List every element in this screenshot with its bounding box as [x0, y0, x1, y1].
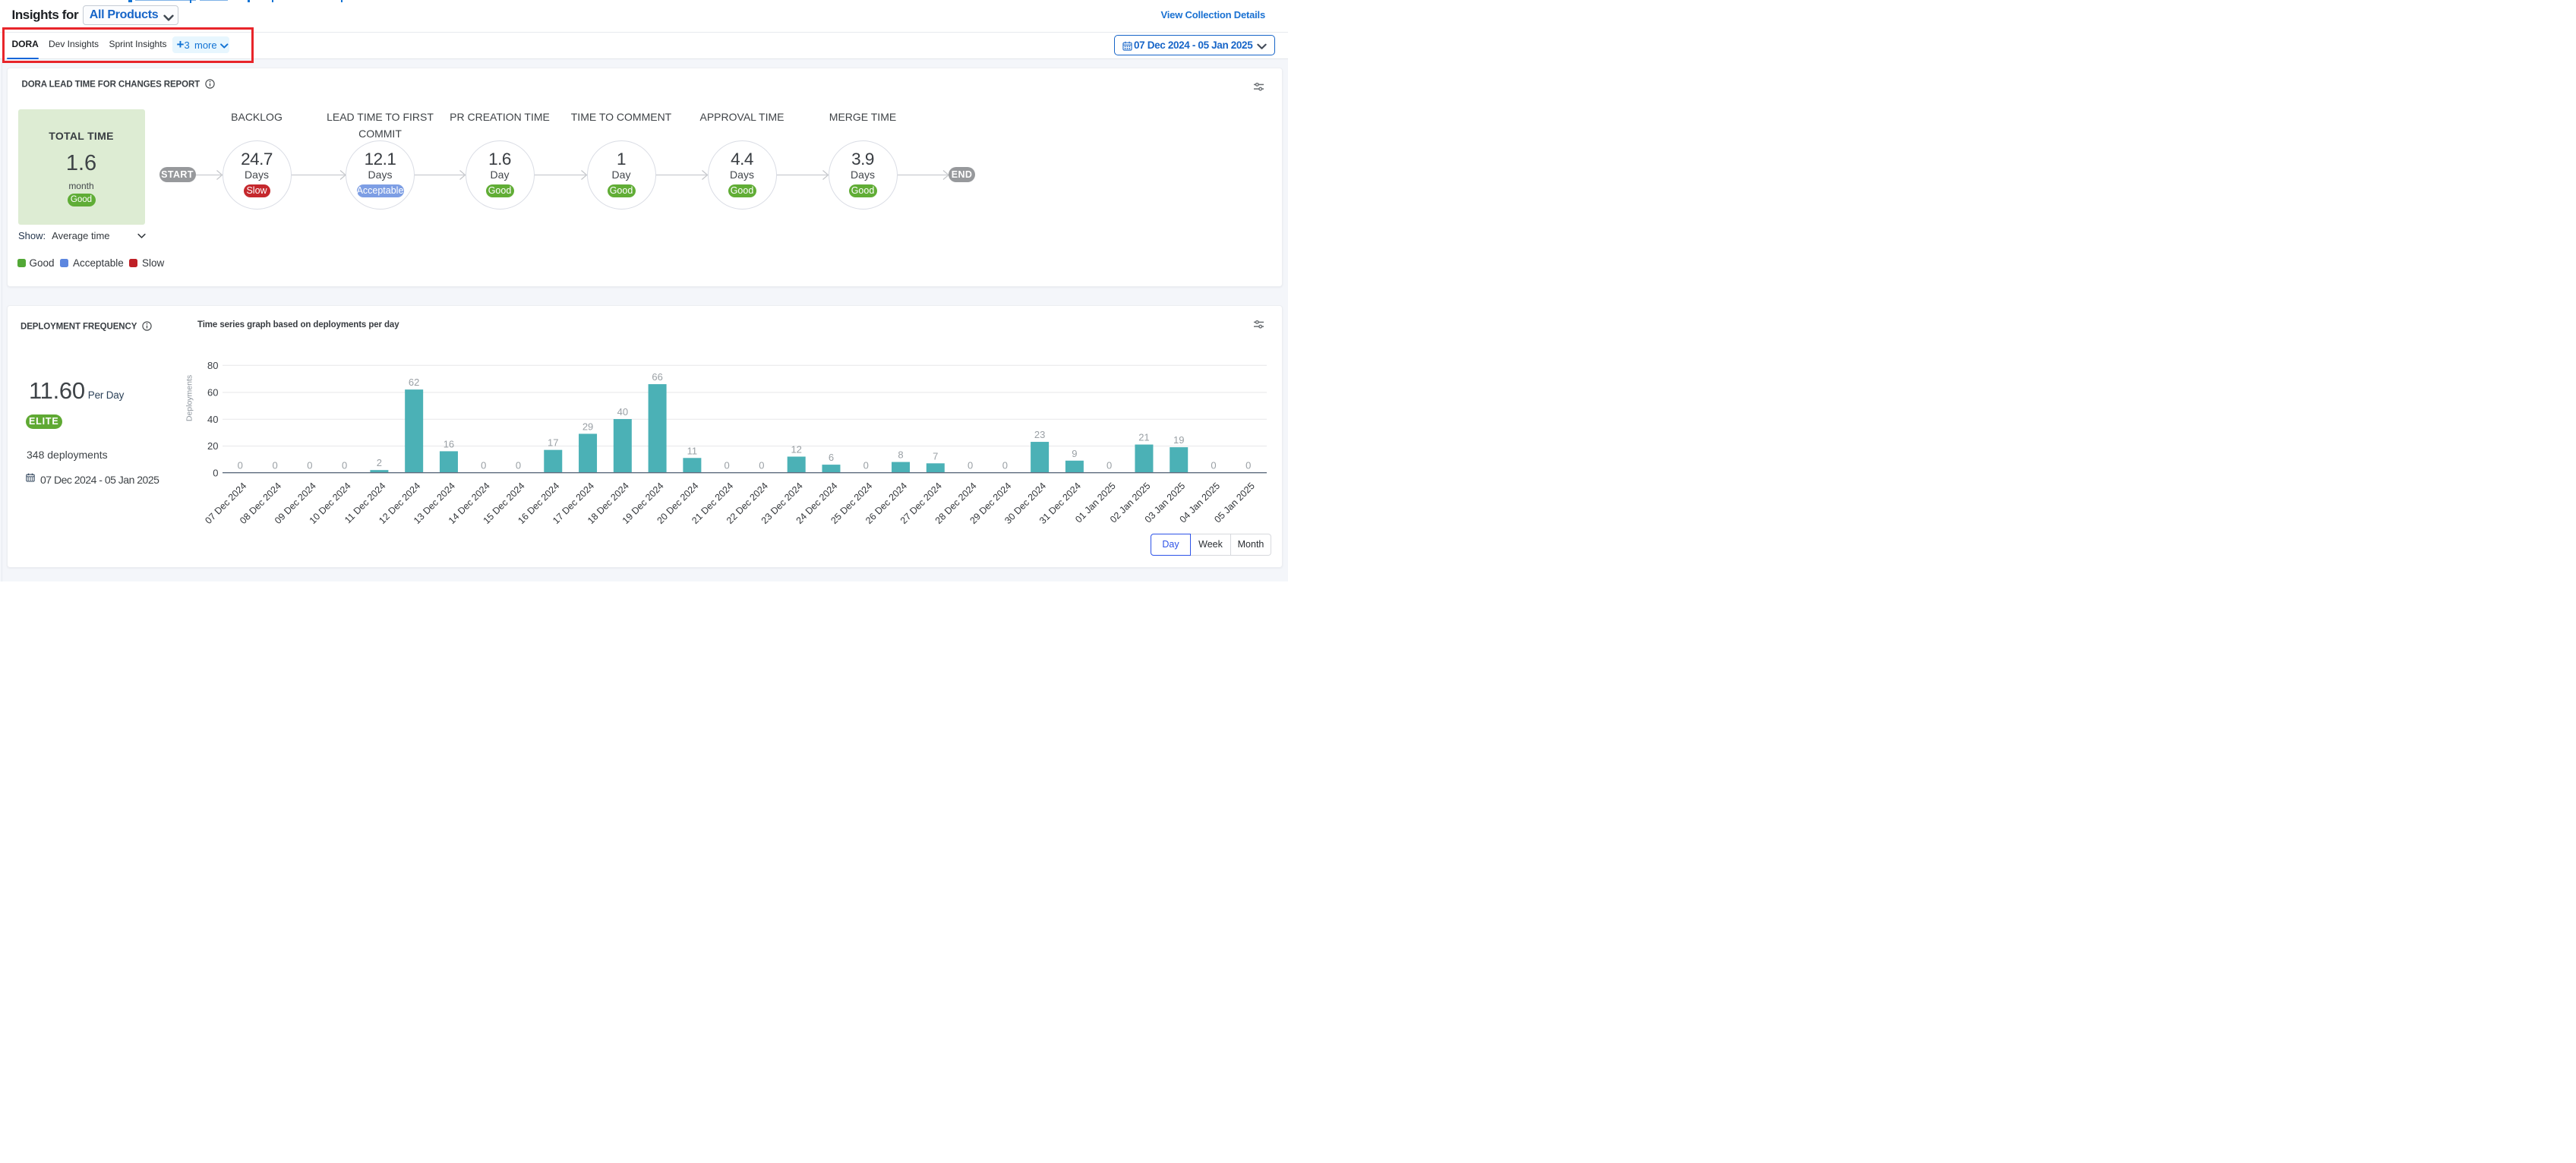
svg-text:40: 40	[207, 414, 218, 425]
svg-text:80: 80	[207, 360, 218, 371]
svg-text:0: 0	[968, 460, 973, 471]
svg-text:29: 29	[582, 421, 593, 432]
svg-text:0: 0	[238, 460, 243, 471]
svg-text:6: 6	[829, 452, 834, 463]
svg-text:62: 62	[409, 377, 419, 388]
svg-text:0: 0	[1106, 460, 1112, 471]
svg-text:66: 66	[652, 371, 662, 383]
svg-text:60: 60	[207, 387, 218, 399]
svg-text:0: 0	[1211, 460, 1216, 471]
svg-text:0: 0	[1245, 460, 1251, 471]
svg-text:16: 16	[444, 438, 454, 449]
svg-text:20: 20	[207, 440, 218, 452]
svg-text:9: 9	[1072, 448, 1077, 459]
svg-text:21: 21	[1138, 432, 1149, 443]
svg-text:0: 0	[1002, 460, 1008, 471]
svg-text:0: 0	[213, 467, 218, 478]
svg-text:0: 0	[342, 460, 347, 471]
svg-text:7: 7	[933, 450, 938, 462]
svg-text:Deployments: Deployments	[185, 375, 194, 421]
svg-text:0: 0	[724, 460, 730, 471]
svg-text:23: 23	[1034, 429, 1045, 440]
svg-text:19: 19	[1173, 434, 1184, 446]
svg-text:8: 8	[898, 449, 903, 461]
svg-text:0: 0	[307, 460, 312, 471]
svg-text:17: 17	[548, 437, 558, 449]
svg-text:0: 0	[863, 460, 869, 471]
svg-text:11: 11	[687, 445, 698, 456]
svg-text:0: 0	[272, 460, 277, 471]
svg-text:0: 0	[481, 460, 486, 471]
svg-text:0: 0	[759, 460, 764, 471]
svg-text:40: 40	[617, 406, 628, 418]
svg-text:0: 0	[516, 460, 521, 471]
svg-text:2: 2	[377, 457, 382, 468]
svg-text:12: 12	[791, 443, 801, 455]
